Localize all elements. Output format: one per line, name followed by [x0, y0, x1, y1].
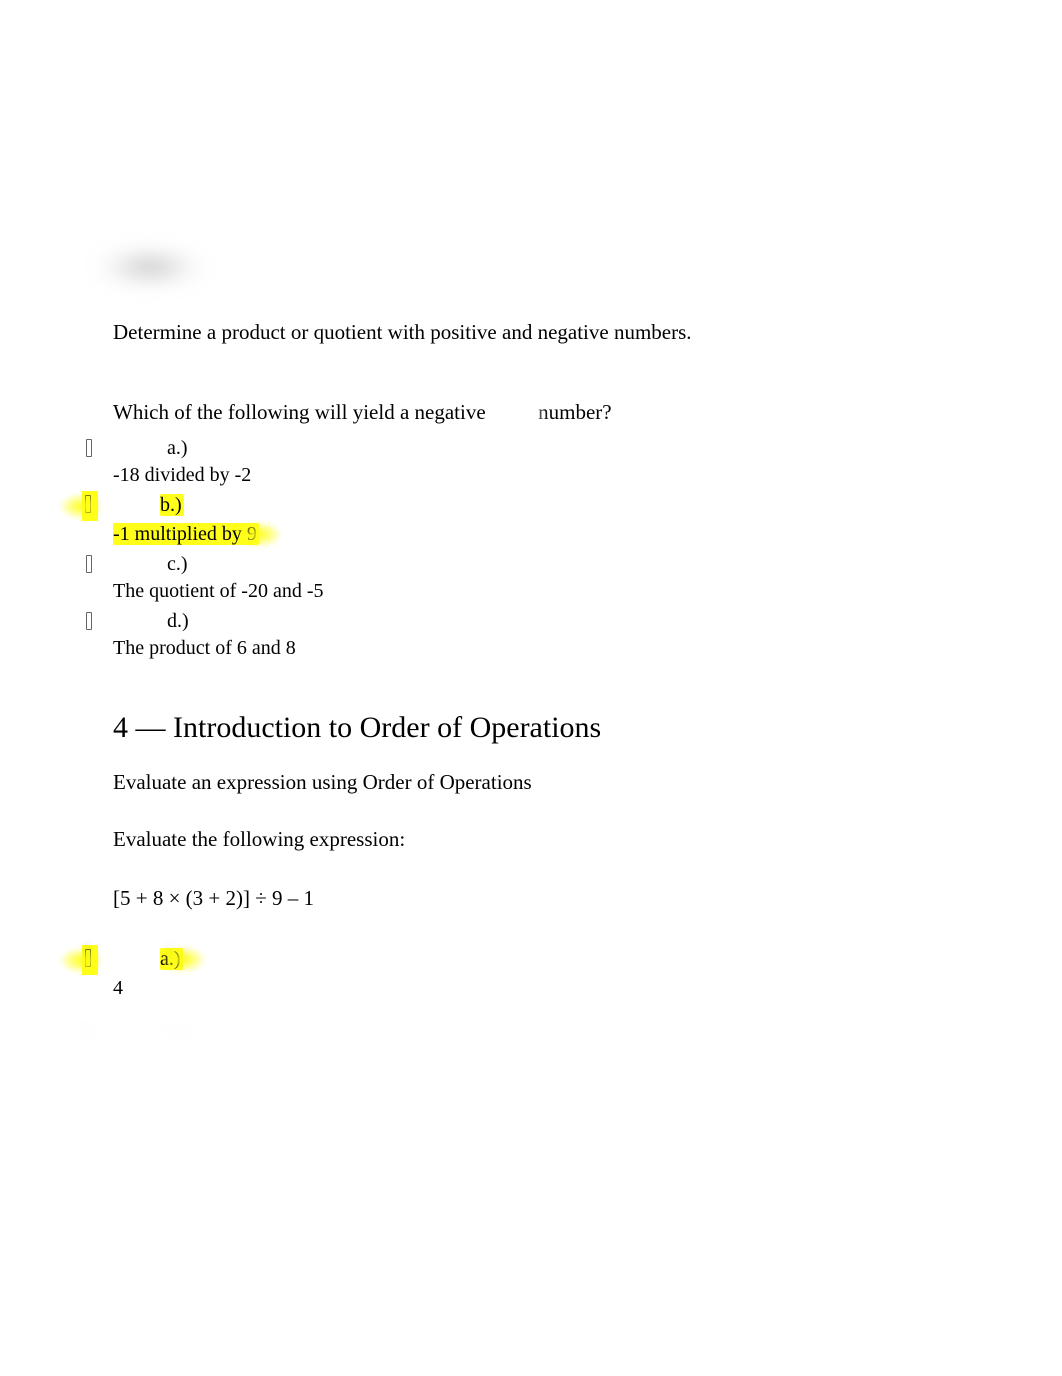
blurred-option-c: c.): [100, 1002, 290, 1112]
option-b-label: b.): [160, 491, 184, 519]
section1-options: a.) -18 divided by -2 b.) -1 multiplied …: [85, 434, 1002, 662]
question-suffix: number?: [538, 400, 611, 424]
highlight-marker: [82, 491, 98, 521]
section2-subtext: Evaluate an expression using Order of Op…: [113, 767, 1002, 797]
option-b-row: b.): [85, 491, 1002, 521]
section2-heading: 4 — Introduction to Order of Operations: [113, 708, 1002, 747]
option-c-row: c.): [85, 550, 1002, 578]
bullet-icon: [85, 943, 89, 958]
faded-value-b: [112, 968, 117, 991]
document-page: Determine a product or quotient with pos…: [0, 0, 1062, 1376]
option-c-label: c.): [167, 550, 188, 578]
faded-label-b: b.): [166, 940, 188, 963]
bullet-icon: [85, 554, 93, 574]
option-d-label: d.): [167, 607, 189, 635]
bullet-icon: [85, 438, 93, 458]
question-blurred-gap: [491, 397, 533, 429]
question-prefix: Which of the following will yield a nega…: [113, 400, 486, 424]
bullet-icon: [84, 494, 92, 514]
option-b-text: -1 multiplied by 9: [113, 521, 1002, 548]
section1-question: Which of the following will yield a nega…: [113, 397, 1002, 429]
option-d-text: The product of 6 and 8: [113, 635, 1002, 662]
option-c-text: The quotient of -20 and -5: [113, 578, 1002, 605]
section2-question: Evaluate the following expression:: [113, 827, 1002, 852]
section1-intro: Determine a product or quotient with pos…: [113, 317, 1002, 349]
option-a-row: a.): [85, 434, 1002, 462]
option-a-label: a.): [167, 434, 188, 462]
blurred-region-top: [75, 245, 245, 300]
section2-expression: [5 + 8 × (3 + 2)] ÷ 9 – 1: [113, 886, 1002, 911]
option-a-text: -18 divided by -2: [113, 462, 1002, 489]
bullet-icon: [85, 1022, 89, 1037]
option-d-row: d.): [85, 607, 1002, 635]
bullet-icon: [85, 611, 93, 631]
faded-label-c: c.): [166, 1018, 187, 1041]
